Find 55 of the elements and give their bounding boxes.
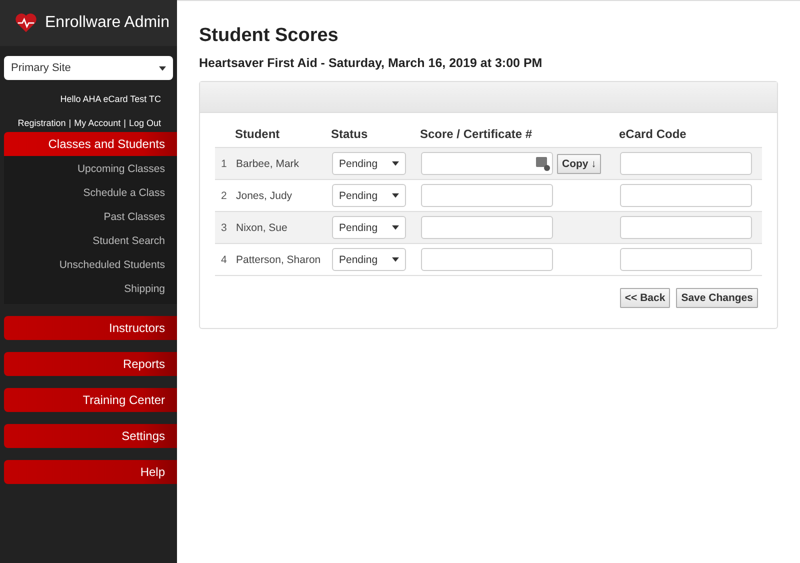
submenu-link[interactable]: Upcoming Classes [4,158,177,182]
score-field[interactable] [421,216,553,239]
back-button[interactable]: << Back [620,288,670,308]
nav-button[interactable]: Help [4,460,177,484]
nav-button[interactable]: Settings [4,424,177,448]
column-header: Status [331,125,420,148]
account-link[interactable]: My Account [74,118,121,128]
column-header: Score / Certificate # [420,125,619,148]
student-name: Patterson, Sharon [236,254,321,266]
dropdown-caret-icon [159,66,166,70]
student-name: Jones, Judy [236,190,292,202]
submenu-link[interactable]: Student Search [4,230,177,254]
separator: | [68,118,72,128]
dropdown-caret-icon [392,225,399,230]
status-select[interactable]: Pending [332,184,406,207]
row-number: 3 [221,222,227,234]
submenu-link[interactable]: Past Classes [4,206,177,230]
copy-button[interactable]: Copy ↓ [557,154,602,174]
nav-button[interactable]: Classes and Students [4,132,177,156]
page-title: Student Scores [199,25,340,47]
account-link[interactable]: Registration [18,118,66,128]
status-select[interactable]: Pending [332,216,406,239]
submenu-link[interactable]: Shipping [4,278,177,302]
score-field[interactable] [421,184,553,207]
greeting-text: Hello AHA eCard Test TC [59,93,162,104]
brand-title: Enrollware Admin [45,14,170,32]
ecard-code-field[interactable] [620,216,752,239]
nav-button[interactable]: Reports [4,352,177,376]
submenu-link[interactable]: Unscheduled Students [4,254,177,278]
column-header: Student [235,125,331,148]
nav-button[interactable]: Training Center [4,388,177,412]
page-subtitle: Heartsaver First Aid - Saturday, March 16, 2019 at 3:00 PM [199,56,544,70]
score-field[interactable] [421,152,553,175]
dropdown-caret-icon [392,257,399,262]
ecard-code-field[interactable] [620,152,752,175]
status-select[interactable]: Pending [332,152,406,175]
dropdown-caret-icon [392,193,399,198]
column-header: eCard Code [619,125,762,148]
save-button[interactable]: Save Changes [676,288,758,308]
row-number: 4 [221,254,227,266]
account-link[interactable]: Log Out [128,118,161,128]
status-select[interactable]: Pending [332,248,406,271]
submenu-link[interactable]: Schedule a Class [4,182,177,206]
nav-button[interactable]: Instructors [4,316,177,340]
dropdown-caret-icon [392,161,399,166]
heart-pulse-icon [15,13,37,33]
row-number: 2 [221,190,227,202]
score-field[interactable] [421,248,553,271]
separator: | [124,118,126,128]
row-number: 1 [221,158,227,170]
student-name: Nixon, Sue [236,222,288,234]
ecard-code-field[interactable] [620,248,752,271]
site-select[interactable]: Primary Site [4,56,173,80]
student-name: Barbee, Mark [236,158,300,170]
ecard-code-field[interactable] [620,184,752,207]
